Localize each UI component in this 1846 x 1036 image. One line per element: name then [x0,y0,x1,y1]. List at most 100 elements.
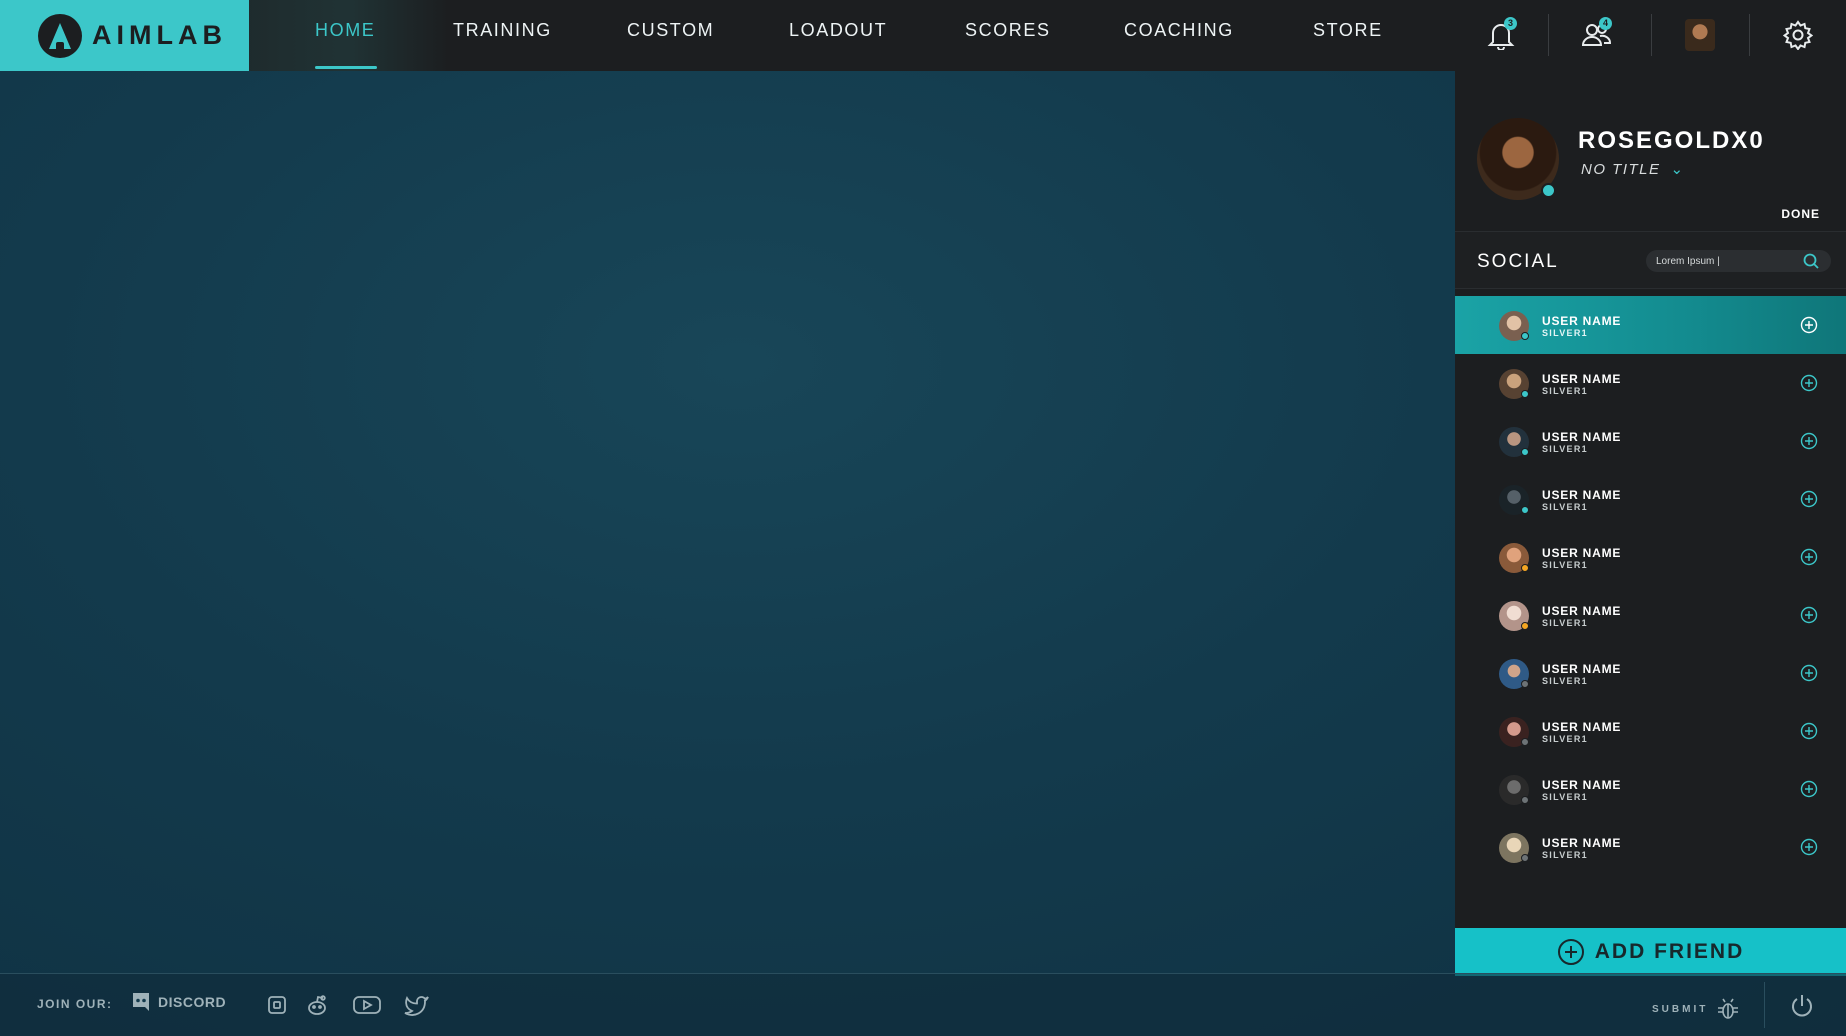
nav-active-underline [315,66,377,69]
divider [1651,14,1652,56]
discord-icon [133,993,149,1011]
friend-name: USER NAME [1542,836,1622,850]
friend-name: USER NAME [1542,372,1622,386]
nav-home[interactable]: HOME [315,0,375,71]
friend-name: USER NAME [1542,314,1622,328]
friend-row[interactable]: USER NAME SILVER1 [1455,644,1846,702]
friend-row[interactable]: USER NAME SILVER1 [1455,354,1846,412]
chevron-down-icon: ⌄ [1670,161,1685,178]
friend-status-dot [1521,564,1529,572]
friend-rank: SILVER1 [1542,444,1588,454]
friends-badge: 4 [1599,17,1612,30]
instagram-link[interactable] [262,991,292,1019]
friend-row[interactable]: USER NAME SILVER1 [1455,818,1846,876]
friend-name: USER NAME [1542,778,1622,792]
settings-button[interactable] [1775,12,1821,58]
notifications-badge: 3 [1504,17,1517,30]
friend-status-dot [1521,680,1529,688]
top-navigation-bar: AIMLAB HOME TRAINING CUSTOM LOADOUT SCOR… [0,0,1846,71]
social-panel: ROSEGOLDX0 NO TITLE ⌄ DONE SOCIAL USER NA… [1455,71,1846,976]
profile-username: ROSEGOLDX0 [1578,127,1765,154]
add-circle-icon[interactable] [1800,722,1818,740]
avatar [1685,19,1715,51]
youtube-link[interactable] [352,991,382,1019]
friend-rank: SILVER1 [1542,560,1588,570]
friend-row[interactable]: USER NAME SILVER1 [1455,296,1846,354]
search-icon[interactable] [1802,252,1820,270]
add-friend-label: ADD FRIEND [1594,940,1745,963]
footer-bar: JOIN OUR: DISCORD SUBMIT [0,973,1846,1036]
add-circle-icon[interactable] [1800,780,1818,798]
add-circle-icon[interactable] [1800,490,1818,508]
friends-list: USER NAME SILVER1 USER NAME SILVER1 USER NAM… [1455,296,1846,876]
nav-store[interactable]: STORE [1313,0,1383,71]
friends-button[interactable]: 4 [1573,12,1619,58]
nav-training[interactable]: TRAINING [453,0,552,71]
notifications-button[interactable]: 3 [1478,12,1524,58]
profile-title-label: NO TITLE [1581,161,1661,178]
friend-row[interactable]: USER NAME SILVER1 [1455,586,1846,644]
profile-card: ROSEGOLDX0 NO TITLE ⌄ DONE [1455,71,1846,231]
nav-loadout[interactable]: LOADOUT [789,0,887,71]
bug-icon [1718,998,1739,1019]
profile-status-dot [1541,183,1556,198]
add-circle-icon[interactable] [1800,838,1818,856]
friend-row[interactable]: USER NAME SILVER1 [1455,470,1846,528]
twitter-link[interactable] [402,991,432,1019]
friend-name: USER NAME [1542,604,1622,618]
friend-status-dot [1521,390,1529,398]
submit-label: SUBMIT [1652,1003,1709,1015]
join-label: JOIN OUR: [37,997,113,1011]
aimlab-logo[interactable]: AIMLAB [0,0,249,71]
friend-rank: SILVER1 [1542,850,1588,860]
brand-name: AIMLAB [92,20,227,50]
friend-rank: SILVER1 [1542,386,1588,396]
friend-rank: SILVER1 [1542,792,1588,802]
friend-status-dot [1521,506,1529,514]
friend-name: USER NAME [1542,546,1622,560]
friend-row[interactable]: USER NAME SILVER1 [1455,412,1846,470]
friend-status-dot [1521,738,1529,746]
social-header: SOCIAL [1455,231,1846,289]
friend-row[interactable]: USER NAME SILVER1 [1455,760,1846,818]
divider [1764,982,1765,1028]
discord-label: DISCORD [158,994,227,1010]
friend-name: USER NAME [1542,662,1622,676]
friend-status-dot [1521,854,1529,862]
friend-status-dot [1521,332,1529,340]
done-button[interactable]: DONE [1781,207,1820,221]
nav-coaching[interactable]: COACHING [1124,0,1234,71]
gear-icon [1783,20,1813,50]
add-circle-icon[interactable] [1800,548,1818,566]
friend-row[interactable]: USER NAME SILVER1 [1455,702,1846,760]
nav-custom[interactable]: CUSTOM [627,0,714,71]
friend-status-dot [1521,622,1529,630]
instagram-icon [268,996,286,1014]
profile-button[interactable] [1677,12,1723,58]
add-circle-icon[interactable] [1800,432,1818,450]
friend-name: USER NAME [1542,720,1622,734]
add-circle-icon[interactable] [1800,374,1818,392]
twitter-icon [404,995,429,1016]
add-circle-icon [1557,939,1584,965]
friend-status-dot [1521,448,1529,456]
add-circle-icon[interactable] [1800,606,1818,624]
profile-title-dropdown[interactable]: NO TITLE ⌄ [1581,160,1685,178]
power-icon[interactable] [1788,992,1816,1020]
add-friend-button[interactable]: ADD FRIEND [1455,928,1846,976]
add-circle-icon[interactable] [1800,664,1818,682]
friend-rank: SILVER1 [1542,618,1588,628]
app-window: AIMLAB HOME TRAINING CUSTOM LOADOUT SCOR… [0,0,1846,1036]
friend-row[interactable]: USER NAME SILVER1 [1455,528,1846,586]
discord-link[interactable]: DISCORD [130,991,226,1013]
submit-bug-button[interactable]: SUBMIT [1652,997,1740,1021]
nav-scores[interactable]: SCORES [965,0,1051,71]
reddit-link[interactable] [302,991,332,1019]
youtube-icon [353,996,381,1014]
reddit-icon [308,995,326,1015]
add-circle-icon[interactable] [1800,316,1818,334]
friend-name: USER NAME [1542,488,1622,502]
friend-rank: SILVER1 [1542,502,1588,512]
friend-rank: SILVER1 [1542,328,1588,338]
friend-rank: SILVER1 [1542,676,1588,686]
